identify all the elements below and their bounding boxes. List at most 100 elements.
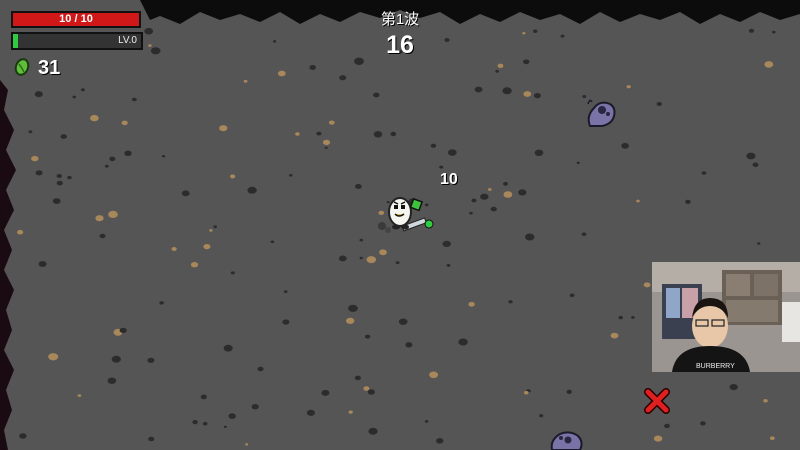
- ground-pebble: [272, 40, 277, 43]
- ground-pebble: [283, 290, 288, 293]
- ground-pebble: [144, 27, 154, 35]
- ground-pebble: [309, 65, 317, 70]
- ground-clump: [763, 399, 768, 403]
- ground-pebble: [656, 102, 662, 106]
- ground-pebble: [35, 170, 43, 176]
- shirt-text: BURBERRY: [696, 363, 735, 370]
- ground-clump: [17, 229, 24, 235]
- ground-clump: [209, 229, 213, 232]
- ground-pebble: [436, 438, 444, 444]
- enemy-slug-1: [587, 99, 616, 127]
- ground-pebble: [746, 152, 756, 160]
- ground-pebble: [359, 256, 363, 260]
- ground-pebble: [664, 423, 670, 429]
- ground-pebble: [534, 149, 544, 156]
- ground-pebble: [729, 384, 738, 391]
- ground-pebble: [282, 319, 290, 325]
- ground-clump: [524, 391, 529, 395]
- ground-pebble: [192, 420, 198, 425]
- ground-pebble: [60, 134, 67, 140]
- ground-pebble: [539, 414, 544, 418]
- ground-pebble: [480, 193, 489, 200]
- ground-pebble: [80, 88, 85, 92]
- ground-pebble: [104, 164, 109, 168]
- ground-pebble: [458, 338, 468, 346]
- ground-pebble: [38, 261, 47, 267]
- ground-pebble: [390, 131, 397, 137]
- ground-clump: [626, 85, 631, 89]
- ground-clump: [468, 301, 475, 307]
- ground-pebble: [306, 409, 315, 416]
- ground-clump: [108, 210, 118, 218]
- ground-pebble: [200, 394, 207, 400]
- ground-clump: [769, 436, 775, 441]
- ground-pebble: [321, 389, 330, 396]
- ground-clump: [643, 282, 651, 288]
- ground-pebble: [442, 240, 451, 247]
- ground-pebble: [439, 165, 444, 169]
- ground-pebble: [19, 433, 27, 439]
- ground-pebble: [147, 357, 155, 363]
- ground-pebble: [72, 95, 77, 99]
- ground-pebble: [348, 304, 358, 312]
- ground-pebble: [324, 146, 328, 149]
- ground-clump: [245, 443, 249, 446]
- ground-pebble: [67, 175, 72, 180]
- ground-clump: [503, 191, 513, 198]
- ground-pebble: [560, 34, 565, 38]
- ground-pebble: [316, 131, 322, 136]
- red-x-icon: [644, 388, 670, 414]
- ground-clump: [243, 79, 248, 83]
- ground-clump: [230, 174, 236, 179]
- ground-pebble: [631, 316, 635, 319]
- ground-clump: [328, 120, 335, 125]
- materials-count: 31: [38, 57, 61, 79]
- ground-pebble: [159, 301, 164, 305]
- ground-clump: [31, 155, 39, 162]
- ground-clump: [48, 353, 59, 361]
- ground-pebble: [181, 190, 190, 197]
- ground-pebble: [618, 315, 623, 320]
- ground-clump: [488, 188, 492, 191]
- ground-pebble: [228, 413, 236, 419]
- ground-pebble: [354, 375, 361, 381]
- ground-pebble: [446, 263, 451, 267]
- health-bar: 10 / 10: [11, 11, 141, 28]
- ground-pebble: [161, 155, 166, 158]
- ground-pebble: [111, 355, 121, 363]
- ground-pebble: [576, 161, 580, 164]
- ground-clump: [764, 61, 774, 68]
- ground-pebble: [495, 69, 499, 73]
- ground-pebble: [569, 293, 575, 298]
- ground-pebble: [131, 97, 137, 102]
- ground-clump: [653, 435, 663, 442]
- ground-pebble: [395, 261, 400, 265]
- game-stage[interactable]: 10 / 10 LV.0 31 第1波 16 10 BURBERRY: [0, 0, 800, 450]
- experience-bar-fill: [13, 34, 19, 48]
- health-text: 10 / 10: [59, 13, 93, 25]
- ground-clump: [429, 371, 439, 379]
- ground-clump: [121, 120, 128, 126]
- ground-pebble: [289, 174, 293, 177]
- ground-pebble: [581, 232, 587, 236]
- ground-pebble: [430, 143, 437, 148]
- ground-pebble: [56, 174, 62, 178]
- ground-clump: [171, 247, 177, 251]
- ground-clump: [522, 32, 526, 35]
- ground-pebble: [338, 255, 347, 262]
- ground-pebble: [150, 47, 161, 55]
- damage-number: 10: [440, 171, 458, 188]
- ground-pebble: [148, 436, 155, 442]
- ground-pebble: [700, 421, 706, 426]
- ground-pebble: [502, 87, 512, 95]
- ground-pebble: [424, 420, 429, 423]
- ground-clump: [77, 394, 82, 397]
- ground-pebble: [230, 271, 235, 275]
- ground-pebble: [405, 342, 413, 348]
- ground-pebble: [99, 233, 106, 239]
- ground-pebble: [525, 233, 535, 241]
- ground-clump: [497, 63, 504, 68]
- wave-label: 第1波: [380, 11, 420, 28]
- ground-pebble: [367, 389, 375, 395]
- ground-clump: [346, 317, 355, 324]
